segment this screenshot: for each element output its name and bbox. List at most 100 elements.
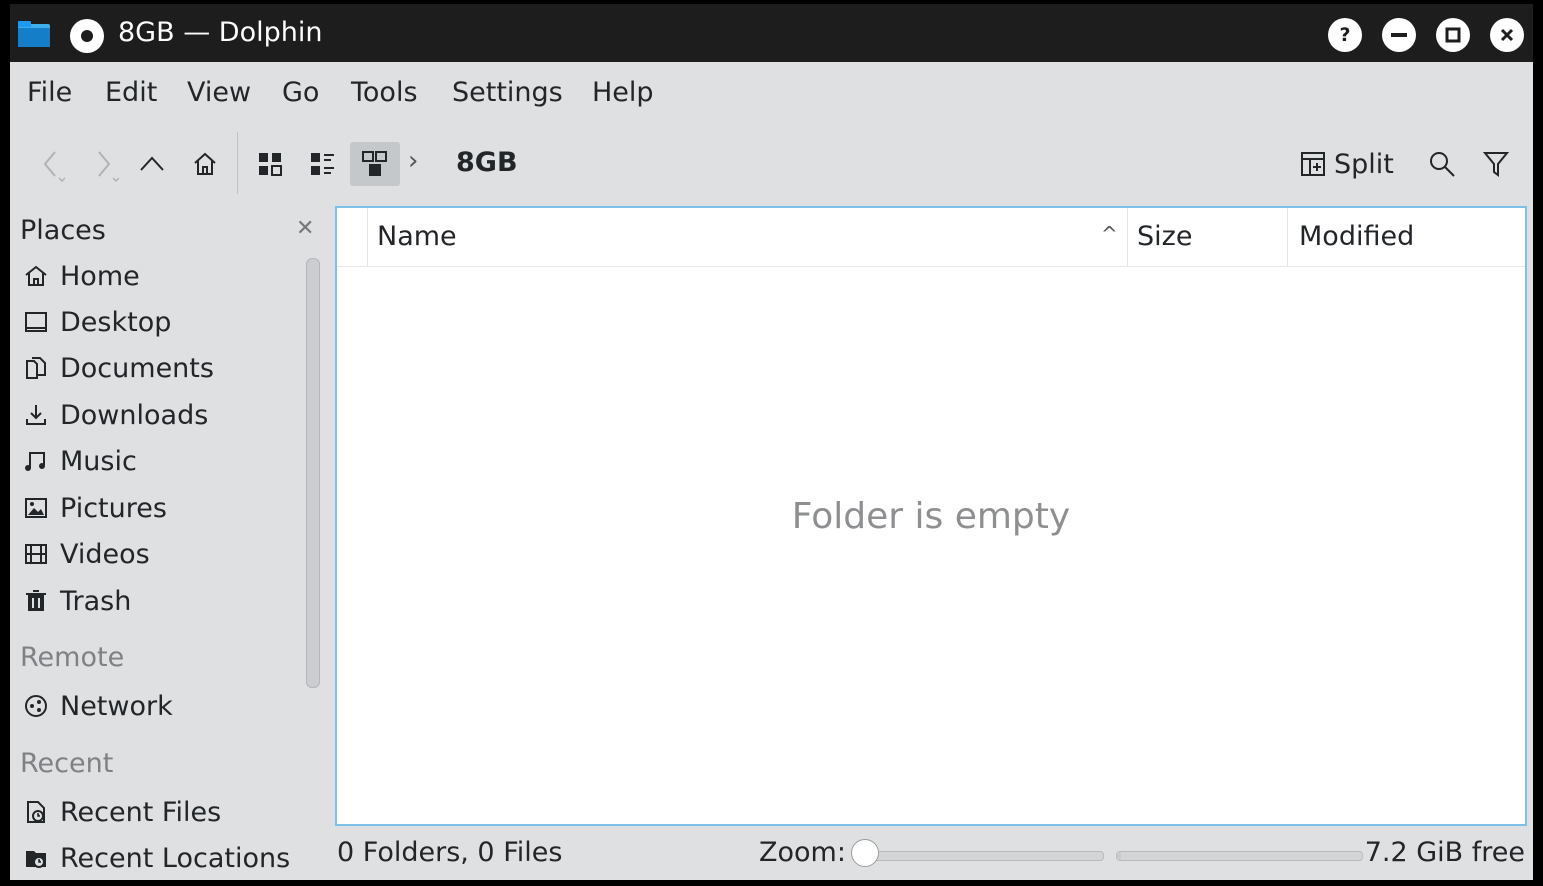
split-label: Split — [1334, 148, 1394, 180]
places-item-label: Recent Locations — [60, 842, 291, 874]
details-view-icon — [362, 151, 387, 176]
places-item-videos[interactable]: Videos — [22, 534, 150, 574]
forward-button[interactable] — [86, 142, 126, 186]
places-item-label: Home — [60, 260, 140, 292]
places-item-label: Network — [60, 690, 173, 722]
folder-app-icon — [18, 21, 50, 47]
free-space-bar — [1116, 851, 1363, 861]
menu-settings[interactable]: Settings — [452, 76, 563, 110]
split-button[interactable]: Split — [1300, 144, 1394, 184]
places-item-trash[interactable]: Trash — [22, 581, 131, 621]
breadcrumb-chevron-icon: › — [408, 146, 419, 176]
forward-icon — [98, 151, 119, 182]
dolphin-window: 8GB — Dolphin ? File Edit View Go Tools … — [10, 4, 1533, 880]
window-title: 8GB — Dolphin — [118, 17, 323, 48]
places-item-music[interactable]: Music — [22, 441, 137, 481]
places-item-label: Recent Files — [60, 796, 222, 828]
menu-bar: File Edit View Go Tools Settings Help — [10, 62, 1533, 122]
places-item-home[interactable]: Home — [22, 256, 140, 296]
documents-icon — [22, 354, 50, 382]
recent-files-icon — [22, 798, 50, 826]
music-icon — [22, 447, 50, 475]
zoom-label: Zoom: — [759, 837, 846, 868]
places-section-recent: Recent — [20, 748, 114, 779]
compact-view-icon — [311, 153, 334, 175]
pictures-icon — [22, 494, 50, 522]
up-arrow-icon — [140, 156, 164, 171]
maximize-icon — [1445, 27, 1461, 43]
home-icon — [194, 152, 216, 175]
free-space-label: 7.2 GiB free — [1364, 837, 1525, 868]
menu-view[interactable]: View — [187, 76, 251, 110]
breadcrumb-current[interactable]: 8GB — [456, 146, 518, 180]
title-bar[interactable]: 8GB — Dolphin ? — [10, 4, 1533, 62]
status-bar: 0 Folders, 0 Files Zoom: 7.2 GiB free — [335, 826, 1533, 880]
recent-locations-icon — [22, 844, 50, 872]
menu-help[interactable]: Help — [592, 76, 654, 110]
file-view[interactable]: Name ^ Size Modified Folder is empty — [335, 206, 1527, 826]
close-icon — [1500, 28, 1514, 42]
places-item-pictures[interactable]: Pictures — [22, 488, 167, 528]
places-item-label: Desktop — [60, 306, 172, 338]
places-item-desktop[interactable]: Desktop — [22, 302, 171, 342]
desktop-icon — [22, 308, 50, 336]
free-space-fill — [1117, 852, 1121, 860]
places-panel: Places ✕ Home Desktop Documents Download… — [10, 206, 330, 880]
home-button[interactable] — [185, 142, 225, 186]
column-modified[interactable]: Modified — [1299, 220, 1414, 254]
zoom-slider-track[interactable] — [867, 851, 1104, 861]
zoom-slider-handle[interactable] — [851, 839, 879, 867]
main-toolbar: › 8GB Split — [10, 124, 1533, 204]
column-divider — [1127, 208, 1128, 266]
details-view-button[interactable] — [350, 142, 400, 186]
menu-go[interactable]: Go — [282, 76, 319, 110]
search-icon — [1430, 152, 1455, 177]
filter-button[interactable] — [1476, 142, 1516, 186]
places-item-downloads[interactable]: Downloads — [22, 395, 208, 435]
places-scrollbar[interactable] — [306, 258, 320, 688]
column-name[interactable]: Name — [377, 220, 457, 254]
back-button[interactable] — [32, 142, 72, 186]
sort-ascending-icon: ^ — [1101, 222, 1118, 246]
places-item-documents[interactable]: Documents — [22, 348, 214, 388]
search-button[interactable] — [1422, 142, 1462, 186]
column-divider — [1287, 208, 1288, 266]
filter-icon — [1482, 152, 1510, 177]
places-item-label: Trash — [60, 585, 132, 617]
close-panel-icon[interactable]: ✕ — [296, 216, 314, 241]
places-item-label: Pictures — [60, 492, 167, 524]
places-item-recent-locations[interactable]: Recent Locations — [22, 838, 290, 878]
menu-edit[interactable]: Edit — [105, 76, 157, 110]
up-button[interactable] — [132, 142, 172, 186]
videos-icon — [22, 540, 50, 568]
places-item-network[interactable]: Network — [22, 686, 173, 726]
places-item-recent-files[interactable]: Recent Files — [22, 792, 221, 832]
network-icon — [22, 692, 50, 720]
home-icon — [22, 262, 50, 290]
maximize-button[interactable] — [1436, 18, 1470, 52]
close-button[interactable] — [1490, 18, 1524, 52]
places-section-remote: Remote — [20, 642, 125, 673]
minimize-icon — [1391, 33, 1407, 37]
minimize-button[interactable] — [1382, 18, 1416, 52]
folder-summary: 0 Folders, 0 Files — [337, 837, 563, 868]
column-size[interactable]: Size — [1137, 220, 1192, 254]
downloads-icon — [22, 401, 50, 429]
back-icon — [43, 151, 65, 182]
places-item-label: Music — [60, 445, 137, 477]
places-item-label: Documents — [60, 352, 214, 384]
empty-folder-message: Folder is empty — [791, 496, 1071, 537]
column-header: Name ^ Size Modified — [337, 208, 1525, 267]
toolbar-separator — [237, 132, 238, 194]
split-view-icon — [1301, 152, 1325, 176]
drive-icon — [70, 19, 104, 53]
menu-tools[interactable]: Tools — [351, 76, 418, 110]
trash-icon — [22, 587, 50, 615]
help-button[interactable]: ? — [1328, 18, 1362, 52]
compact-view-button[interactable] — [302, 142, 342, 186]
places-title: Places — [20, 215, 106, 246]
icons-view-button[interactable] — [250, 142, 290, 186]
menu-file[interactable]: File — [27, 76, 72, 110]
icons-view-icon — [259, 153, 282, 176]
column-divider — [367, 208, 368, 266]
